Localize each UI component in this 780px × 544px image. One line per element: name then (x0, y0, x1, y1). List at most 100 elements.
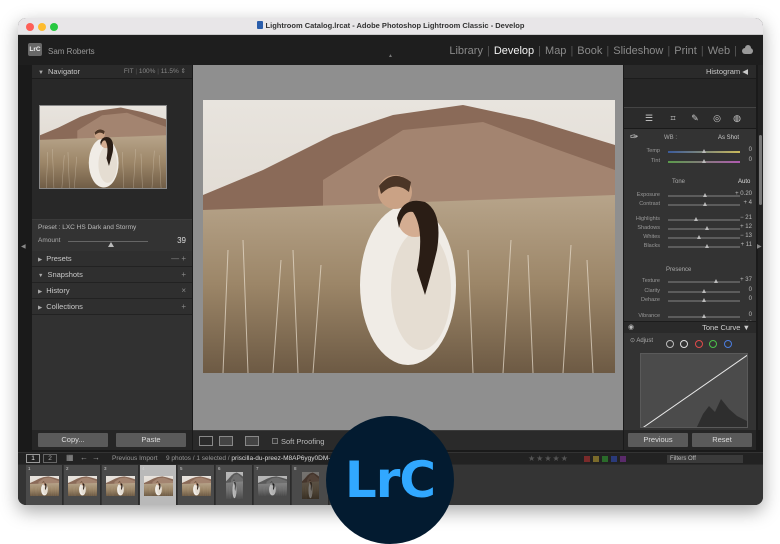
collections-add[interactable]: + (181, 299, 186, 315)
filmstrip-thumbnail[interactable]: 3 (102, 465, 139, 505)
zoom-100[interactable]: 100% (139, 68, 156, 75)
history-header[interactable]: ▶ History × (32, 283, 192, 299)
paste-button[interactable]: Paste (116, 433, 186, 447)
snapshots-header[interactable]: ▼ Snapshots + (32, 267, 192, 283)
red-eye-icon[interactable]: ◎ (712, 113, 722, 123)
zoom-chevron-icon[interactable]: ⇕ (181, 68, 186, 75)
eyedropper-icon[interactable]: ✑ (630, 132, 638, 143)
slider-value[interactable]: 0 (730, 296, 752, 302)
zoom-fit[interactable]: FIT (124, 68, 134, 75)
slider-thumb[interactable] (702, 202, 707, 206)
module-slideshow[interactable]: Slideshow (609, 45, 667, 57)
slider-thumb[interactable] (697, 235, 702, 239)
presets-header[interactable]: ▶ Presets — + (32, 251, 192, 267)
filmstrip-thumbnail[interactable]: 8 (292, 465, 329, 505)
navigator-header[interactable]: ▼ Navigator FIT | 100% | 11.5% ⇕ (32, 65, 192, 79)
red-channel-icon[interactable] (694, 340, 703, 348)
edit-sliders-icon[interactable]: ☰ (644, 113, 654, 123)
module-develop[interactable]: Develop (490, 45, 538, 57)
masking-icon[interactable]: ◍ (732, 113, 742, 123)
crop-icon[interactable]: ⌗ (668, 113, 678, 123)
module-library[interactable]: Library (445, 45, 487, 57)
back-arrow-icon[interactable]: ← (80, 453, 88, 462)
slider-value[interactable]: + 12 (730, 224, 752, 230)
previous-button[interactable]: Previous (628, 433, 688, 447)
module-map[interactable]: Map (541, 45, 570, 57)
main-window-button[interactable]: 1 (26, 454, 40, 463)
before-after-icon[interactable] (219, 436, 233, 446)
green-label-filter[interactable] (602, 456, 608, 462)
navigator-preview[interactable] (32, 79, 192, 219)
slider-thumb[interactable] (701, 159, 706, 163)
yy-compare-icon[interactable] (245, 436, 259, 446)
slider-value[interactable]: + 0.20 (730, 191, 752, 197)
wb-select[interactable]: As Shot (718, 135, 739, 141)
scrollbar-thumb[interactable] (759, 135, 762, 205)
presets-actions[interactable]: — + (171, 251, 186, 267)
module-book[interactable]: Book (573, 45, 606, 57)
red-label-filter[interactable] (584, 456, 590, 462)
slider-value[interactable]: 0 (730, 287, 752, 293)
main-photo[interactable] (203, 100, 615, 373)
loupe-view-icon[interactable] (199, 436, 213, 446)
slider-thumb[interactable] (701, 298, 706, 302)
slider-value[interactable]: 0 (730, 147, 752, 153)
history-clear[interactable]: × (181, 283, 186, 299)
slider-value[interactable]: − 13 (730, 233, 752, 239)
right-panel-toggle-icon[interactable]: ▶ (757, 243, 762, 250)
tone-curve-header[interactable]: ◉ Tone Curve ▼ (624, 321, 756, 333)
slider-value[interactable]: + 11 (730, 242, 752, 248)
module-print[interactable]: Print (670, 45, 701, 57)
slider-value[interactable]: + 37 (730, 277, 752, 283)
curve-graph[interactable] (640, 353, 748, 428)
filmstrip-thumbnail[interactable]: 1 (26, 465, 63, 505)
cloud-icon[interactable] (742, 45, 753, 54)
slider-thumb[interactable] (714, 279, 719, 283)
filmstrip-thumbnail[interactable]: 7 (254, 465, 291, 505)
filmstrip-thumbnail[interactable]: 4 (140, 465, 177, 505)
amount-slider-thumb[interactable] (108, 242, 114, 247)
purple-label-filter[interactable] (620, 456, 626, 462)
slider-thumb[interactable] (701, 149, 706, 153)
slider-value[interactable]: + 4 (730, 200, 752, 206)
grid-icon[interactable]: ▦ (66, 453, 74, 462)
filmstrip-thumbnail[interactable]: 2 (64, 465, 101, 505)
slider-thumb[interactable] (694, 217, 699, 221)
soft-proofing-checkbox[interactable] (272, 438, 278, 444)
healing-icon[interactable]: ✎ (690, 113, 700, 123)
slider-thumb[interactable] (701, 289, 706, 293)
slider-value[interactable]: − 21 (730, 215, 752, 221)
amount-value[interactable]: 39 (177, 236, 186, 245)
amount-slider[interactable] (68, 241, 148, 247)
slider-value[interactable]: 0 (730, 312, 752, 318)
filters-dropdown[interactable]: Filters Off (667, 455, 743, 463)
parametric-curve-icon[interactable] (666, 340, 674, 348)
blue-channel-icon[interactable] (723, 340, 732, 348)
filmstrip-thumbnail[interactable]: 5 (178, 465, 215, 505)
slider-thumb[interactable] (701, 314, 706, 318)
left-panel-toggle-icon[interactable]: ◀ (21, 243, 26, 250)
second-window-button[interactable]: 2 (43, 454, 57, 463)
auto-tone-button[interactable]: Auto (738, 179, 750, 185)
zoom-other[interactable]: 11.5% (161, 68, 179, 75)
histogram-header[interactable]: Histogram ◀ (624, 65, 756, 79)
point-curve-white-icon[interactable] (680, 340, 689, 348)
slider-thumb[interactable] (702, 193, 707, 197)
filmstrip-thumbnail[interactable]: 6 (216, 465, 253, 505)
source-label[interactable]: Previous Import (112, 455, 158, 462)
top-panel-toggle-icon[interactable]: ▲ (388, 53, 393, 59)
navigator-thumbnail[interactable] (39, 105, 167, 189)
slider-value[interactable]: 0 (730, 157, 752, 163)
yellow-label-filter[interactable] (593, 456, 599, 462)
forward-arrow-icon[interactable]: → (92, 453, 100, 462)
rating-filter-stars[interactable]: ★★★★★ (528, 454, 569, 463)
blue-label-filter[interactable] (611, 456, 617, 462)
slider-thumb[interactable] (705, 226, 710, 230)
reset-button[interactable]: Reset (692, 433, 752, 447)
slider-thumb[interactable] (705, 244, 710, 248)
image-canvas[interactable] (193, 65, 623, 430)
collections-header[interactable]: ▶ Collections + (32, 299, 192, 315)
snapshots-add[interactable]: + (181, 267, 186, 283)
green-channel-icon[interactable] (709, 340, 718, 348)
copy-button[interactable]: Copy... (38, 433, 108, 447)
